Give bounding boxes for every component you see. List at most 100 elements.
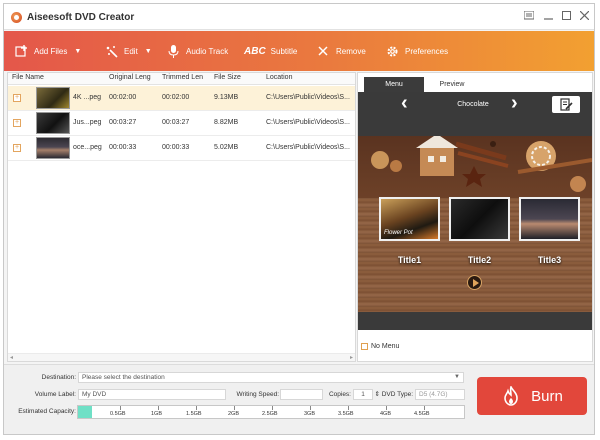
app-window: Aiseesoft DVD Creator Add Files ▼ Edit ▼… <box>3 3 595 435</box>
location-cell: C:\Users\Public\Videos\S... <box>266 144 350 151</box>
audio-track-button[interactable]: Audio Track <box>166 31 228 71</box>
destination-select[interactable]: Please select the destination ▼ <box>78 372 464 383</box>
menu-icon[interactable] <box>522 10 536 24</box>
audio-track-label: Audio Track <box>186 46 229 56</box>
edit-menu-icon <box>560 98 573 111</box>
menu-title-2[interactable]: Title2 <box>449 255 510 265</box>
app-logo-icon <box>11 12 22 23</box>
main-toolbar: Add Files ▼ Edit ▼ Audio Track ABC Subti… <box>4 31 594 71</box>
column-trimmed-length[interactable]: Trimmed Len <box>162 74 203 81</box>
volume-label-input[interactable]: My DVD <box>78 389 226 400</box>
remove-button[interactable]: Remove <box>316 31 366 71</box>
file-name-cell: 4K ...peg <box>73 94 102 101</box>
capacity-tick-label: 2GB <box>228 411 240 417</box>
copies-value: 1 <box>361 391 365 398</box>
column-file-size[interactable]: File Size <box>214 74 241 81</box>
video-thumbnail <box>36 87 70 109</box>
checkbox-box[interactable] <box>361 343 368 350</box>
maximize-icon[interactable] <box>559 10 573 24</box>
file-list-pane: File Name Original Leng Trimmed Len File… <box>7 72 356 362</box>
trimmed-length-cell: 00:03:27 <box>162 119 190 126</box>
menu-thumbnail-1[interactable]: Flower Pot <box>379 197 440 241</box>
capacity-tick <box>158 406 159 410</box>
table-row[interactable]: + Jus...peg 00:03:27 00:03:27 8.82MB C:\… <box>8 111 355 136</box>
preview-tabs: Menu Preview <box>358 73 592 92</box>
tab-menu[interactable]: Menu <box>364 77 424 92</box>
capacity-tick-label: 3.5GB <box>338 411 354 417</box>
subtitle-button[interactable]: ABC Subtitle <box>244 31 297 71</box>
table-row[interactable]: + oce...peg 00:00:33 00:00:33 5.02MB C:\… <box>8 136 355 161</box>
file-list-header: File Name Original Leng Trimmed Len File… <box>8 73 355 85</box>
writing-speed-label: Writing Speed: <box>236 391 279 398</box>
minimize-icon[interactable] <box>541 10 555 24</box>
column-original-length[interactable]: Original Leng <box>109 74 151 81</box>
chocolate-background <box>358 136 592 198</box>
horizontal-scrollbar[interactable]: ◂ ▸ <box>8 353 355 361</box>
edit-menu-button[interactable] <box>552 96 580 113</box>
chevron-down-icon[interactable]: ▼ <box>454 373 460 382</box>
capacity-tick-label: 1GB <box>151 411 163 417</box>
estimated-capacity-label: Estimated Capacity: <box>18 408 76 415</box>
volume-label-value: My DVD <box>82 391 107 398</box>
menu-thumbnail-3[interactable] <box>519 197 580 241</box>
close-icon[interactable] <box>577 10 591 24</box>
play-icon[interactable] <box>467 275 482 290</box>
preferences-button[interactable]: Preferences <box>385 31 448 71</box>
burn-button[interactable]: Burn <box>477 377 587 415</box>
capacity-tick-label: 4GB <box>380 411 392 417</box>
template-name: Chocolate <box>457 101 489 108</box>
edit-label: Edit <box>124 46 138 56</box>
edit-button[interactable]: Edit ▼ <box>104 31 152 71</box>
chevron-down-icon[interactable]: ▼ <box>145 48 152 55</box>
capacity-tick <box>196 406 197 410</box>
copies-label: Copies: <box>328 391 351 398</box>
chevron-down-icon[interactable]: ▼ <box>74 48 81 55</box>
capacity-bar: 0.5GB 1GB 1.5GB 2GB 2.5GB 3GB 3.5GB 4GB … <box>77 405 465 419</box>
scroll-right-icon[interactable]: ▸ <box>350 354 353 361</box>
location-cell: C:\Users\Public\Videos\S... <box>266 119 350 126</box>
dvd-type-label: DVD Type: <box>381 391 413 398</box>
menu-preview-pane: Menu Preview ‹ Chocolate › Flower Pot Ti… <box>357 72 593 362</box>
preferences-label: Preferences <box>405 46 449 56</box>
menu-title-1[interactable]: Title1 <box>379 255 440 265</box>
thumb-caption: Flower Pot <box>384 230 413 236</box>
original-length-cell: 00:03:27 <box>109 119 137 126</box>
menu-thumbnail-2[interactable] <box>449 197 510 241</box>
video-thumbnail <box>36 137 70 159</box>
column-file-name[interactable]: File Name <box>12 74 44 81</box>
no-menu-checkbox[interactable]: No Menu <box>361 343 399 350</box>
template-nav: ‹ Chocolate › <box>358 92 592 118</box>
scroll-left-icon[interactable]: ◂ <box>10 354 13 361</box>
column-location[interactable]: Location <box>266 74 292 81</box>
menu-template-area: ‹ Chocolate › Flower Pot Title1 Title2 T… <box>358 92 592 330</box>
output-settings: Destination: Please select the destinati… <box>4 364 594 434</box>
capacity-tick <box>120 406 121 410</box>
menu-title-3[interactable]: Title3 <box>519 255 580 265</box>
previous-template-icon[interactable]: ‹ <box>401 93 408 113</box>
add-files-label: Add Files <box>34 46 68 56</box>
microphone-icon <box>166 44 180 58</box>
trimmed-length-cell: 00:00:33 <box>162 144 190 151</box>
add-files-button[interactable]: Add Files ▼ <box>14 31 81 71</box>
capacity-tick <box>424 406 425 410</box>
tab-preview[interactable]: Preview <box>422 77 482 92</box>
writing-speed-select[interactable] <box>280 389 323 400</box>
no-menu-label: No Menu <box>371 343 400 350</box>
file-name-cell: Jus...peg <box>73 119 102 126</box>
burn-label: Burn <box>531 387 563 405</box>
dvd-type-select[interactable]: D5 (4.7G) <box>415 389 465 400</box>
add-files-icon <box>14 44 28 58</box>
cookie-decoration <box>371 136 592 192</box>
table-row[interactable]: + 4K ...peg 00:02:00 00:02:00 9.13MB C:\… <box>8 86 355 111</box>
original-length-cell: 00:00:33 <box>109 144 137 151</box>
dvd-type-value: D5 (4.7G) <box>419 391 448 398</box>
capacity-tick-label: 2.5GB <box>262 411 278 417</box>
expand-plus-icon[interactable]: + <box>13 144 21 152</box>
capacity-tick-label: 4.5GB <box>414 411 430 417</box>
copies-input[interactable]: 1 <box>353 389 373 400</box>
capacity-used-fill <box>78 406 92 418</box>
capacity-tick-label: 1.5GB <box>186 411 202 417</box>
expand-plus-icon[interactable]: + <box>13 119 21 127</box>
next-template-icon[interactable]: › <box>511 93 518 113</box>
expand-plus-icon[interactable]: + <box>13 94 21 102</box>
